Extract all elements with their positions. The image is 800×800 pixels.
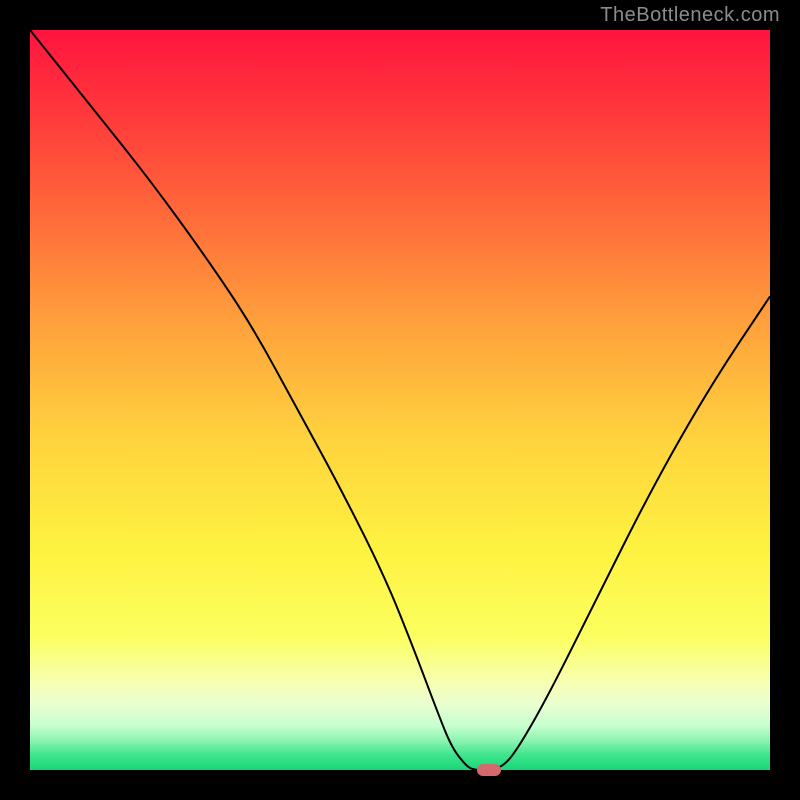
chart-frame: TheBottleneck.com	[0, 0, 800, 800]
plot-gradient-area	[30, 30, 770, 770]
watermark-text: TheBottleneck.com	[600, 4, 780, 27]
